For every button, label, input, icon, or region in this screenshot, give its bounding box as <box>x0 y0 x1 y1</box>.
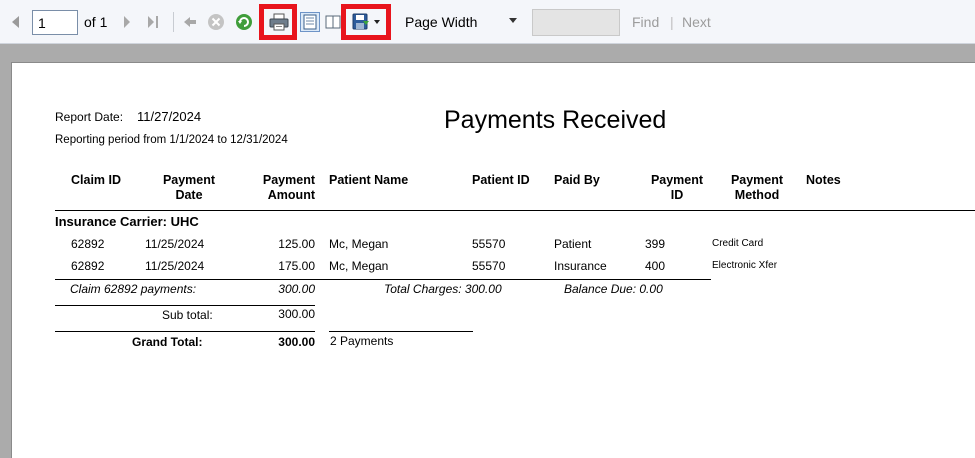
page-setup-icon <box>325 15 341 29</box>
claim-summary-amount: 300.00 <box>278 282 315 296</box>
find-separator: | <box>670 14 674 30</box>
back-arrow-icon <box>184 17 196 27</box>
zoom-value: Page Width <box>405 14 478 30</box>
find-text-input[interactable] <box>532 9 620 36</box>
of-label: of 1 <box>84 14 108 30</box>
report-viewer-toolbar: of 1 <box>0 0 975 44</box>
report-page: Report Date: 11/27/2024 Reporting period… <box>11 62 975 458</box>
column-notes: Notes <box>806 173 841 187</box>
print-layout-button[interactable] <box>300 12 320 32</box>
grand-total-label: Grand Total: <box>132 335 203 349</box>
payments-count-divider <box>329 331 473 332</box>
report-date-label: Report Date: <box>55 110 124 124</box>
cell-payment-amount: 125.00 <box>278 237 315 251</box>
claim-total-charges: Total Charges: 300.00 <box>384 282 502 296</box>
claim-summary-divider <box>55 279 711 280</box>
group-header: Insurance Carrier: UHC <box>55 214 199 229</box>
cell-payment-method: Credit Card <box>712 238 764 249</box>
zoom-select[interactable]: Page Width <box>397 9 525 35</box>
stop-button[interactable] <box>206 12 226 32</box>
chevron-down-icon <box>509 18 517 23</box>
subtotal-amount: 300.00 <box>278 307 315 321</box>
header-divider <box>55 210 975 211</box>
grand-total-amount: 300.00 <box>278 335 315 349</box>
column-claim-id: Claim ID <box>71 173 122 187</box>
cell-payment-method: Electronic Xfer <box>712 260 778 271</box>
cell-paid-by: Patient <box>554 237 592 251</box>
cell-patient-name: Mc, Megan <box>329 237 389 251</box>
cell-patient-name: Mc, Megan <box>329 259 389 273</box>
next-page-button[interactable] <box>121 14 133 30</box>
grand-total-count: 2 Payments <box>330 334 394 348</box>
column-payment-amount: Payment Amount <box>262 173 315 202</box>
grand-total-divider <box>55 331 315 332</box>
chevron-down-icon <box>373 20 380 24</box>
subtotal-label: Sub total: <box>162 308 213 322</box>
find-next-button[interactable]: Next <box>682 14 711 30</box>
printer-icon <box>269 13 289 31</box>
print-button[interactable] <box>268 12 290 32</box>
save-disk-icon <box>352 13 369 30</box>
page-setup-button[interactable] <box>324 12 342 32</box>
column-patient-name: Patient Name <box>329 173 409 187</box>
cell-claim-id: 62892 <box>71 259 105 273</box>
subtotal-divider <box>55 305 315 306</box>
refresh-button[interactable] <box>234 12 254 32</box>
cell-payment-id: 400 <box>645 259 666 273</box>
column-paid-by: Paid By <box>554 173 600 187</box>
stop-icon <box>208 14 224 30</box>
find-button[interactable]: Find <box>632 14 659 30</box>
column-payment-id: Payment ID <box>650 173 704 202</box>
claim-balance-due: Balance Due: 0.00 <box>564 282 663 296</box>
first-page-button[interactable] <box>8 14 22 30</box>
cell-claim-id: 62892 <box>71 237 105 251</box>
cell-patient-id: 55570 <box>472 237 506 251</box>
cell-paid-by: Insurance <box>554 259 607 273</box>
cell-payment-date: 11/25/2024 <box>145 237 205 251</box>
cell-payment-date: 11/25/2024 <box>145 259 205 273</box>
print-layout-icon <box>303 14 317 30</box>
column-payment-method: Payment Method <box>730 173 784 202</box>
column-patient-id: Patient ID <box>472 173 530 187</box>
refresh-icon <box>236 14 252 30</box>
cell-patient-id: 55570 <box>472 259 506 273</box>
next-arrow-icon <box>124 16 130 28</box>
last-page-button[interactable] <box>145 14 161 30</box>
report-date-value: 11/27/2024 <box>137 109 202 124</box>
column-payment-date: Payment Date <box>162 173 216 202</box>
page-number-input[interactable] <box>32 10 78 35</box>
claim-summary-label: Claim 62892 payments: <box>70 282 197 296</box>
reporting-period: Reporting period from 1/1/2024 to 12/31/… <box>55 134 288 146</box>
last-page-icon <box>148 16 158 28</box>
total-pages: 1 <box>99 14 108 30</box>
back-button[interactable] <box>182 14 198 30</box>
export-button[interactable] <box>350 12 382 32</box>
toolbar-separator <box>173 12 174 32</box>
cell-payment-id: 399 <box>645 237 666 251</box>
report-title: Payments Received <box>444 106 667 134</box>
cell-payment-amount: 175.00 <box>278 259 315 273</box>
previous-arrow-icon <box>12 16 19 28</box>
